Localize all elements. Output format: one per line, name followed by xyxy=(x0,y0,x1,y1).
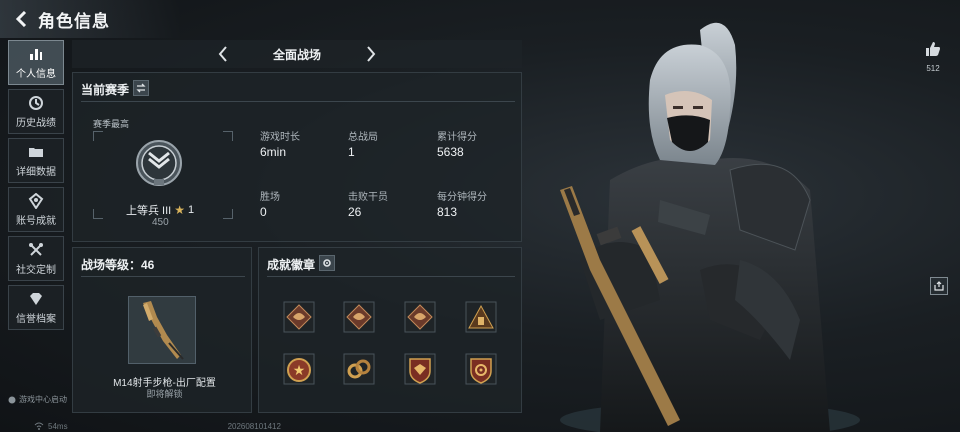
shield-eagle-badge-icon[interactable] xyxy=(402,351,438,387)
frame-corner xyxy=(223,131,233,141)
mode-title: 全面战场 xyxy=(272,47,321,62)
sidebar-item-label: 账号成就 xyxy=(16,215,56,227)
stat-label: 击败干员 xyxy=(348,192,388,203)
swap-icon xyxy=(136,83,146,93)
rank-score: 450 xyxy=(152,217,169,228)
back-arrow-icon xyxy=(15,11,27,27)
divider xyxy=(81,276,245,277)
id-text: 202608101412 xyxy=(227,421,281,431)
back-button[interactable] xyxy=(8,5,36,33)
stat-label: 总战局 xyxy=(348,132,378,143)
sidebar-item-profile[interactable]: 个人信息 xyxy=(8,40,64,85)
switch-season-button[interactable] xyxy=(133,80,149,96)
sidebar-footer[interactable]: 游戏中心启动 xyxy=(8,394,67,405)
like-count: 512 xyxy=(926,64,940,73)
divider xyxy=(267,276,515,277)
mode-nav: 全面战场 xyxy=(72,40,522,68)
svg-text:★: ★ xyxy=(293,363,306,379)
sidebar-item-label: 信誉档案 xyxy=(16,313,56,325)
game-center-icon xyxy=(8,396,16,403)
stat-value: 26 xyxy=(348,205,362,219)
sidebar-item-social[interactable]: 社交定制 xyxy=(8,236,64,281)
chain-badge-icon[interactable] xyxy=(341,351,377,387)
shield-target-badge-icon[interactable] xyxy=(463,351,499,387)
stat-value: 813 xyxy=(437,205,458,219)
sidebar-item-achievements[interactable]: 账号成就 xyxy=(8,187,64,232)
diamond-icon xyxy=(30,292,42,305)
rifle-icon xyxy=(143,301,184,360)
prev-mode-button[interactable] xyxy=(212,43,234,65)
stat-value: 6min xyxy=(260,145,287,159)
next-mode-button[interactable] xyxy=(360,43,382,65)
weapon-reward-slot[interactable] xyxy=(128,296,196,364)
share-icon xyxy=(934,281,944,291)
stat-value: 0 xyxy=(260,205,267,219)
season-subtitle: 赛季最高 xyxy=(93,119,130,129)
badge-settings-button[interactable] xyxy=(319,255,335,271)
stat-value: 5638 xyxy=(437,145,464,159)
dragon-badge-icon[interactable] xyxy=(402,299,438,335)
stat-label: 游戏时长 xyxy=(260,132,300,143)
rank-stars: 1 xyxy=(188,204,195,216)
dragon-badge-icon[interactable] xyxy=(281,299,317,335)
thumbs-up-icon xyxy=(926,42,940,56)
sidebar: 个人信息 历史战绩 详细数据 账号成就 社交定制 信誉档案 xyxy=(8,40,64,334)
stat-label: 每分钟得分 xyxy=(437,192,487,203)
stat-value: 1 xyxy=(348,145,355,159)
tools-icon xyxy=(29,242,43,256)
sidebar-item-label: 社交定制 xyxy=(16,264,56,276)
rank-name-text: 上等兵 III xyxy=(126,205,172,217)
ping-text: 54ms xyxy=(48,421,68,431)
frame-corner xyxy=(93,131,103,141)
stat-label: 累计得分 xyxy=(437,132,477,143)
sidebar-item-details[interactable]: 详细数据 xyxy=(8,138,64,183)
star-medal-icon[interactable]: ★ xyxy=(281,351,317,387)
gear-icon xyxy=(323,259,331,267)
pyramid-badge-icon[interactable] xyxy=(463,299,499,335)
page-title: 角色信息 xyxy=(38,11,110,31)
frame-corner xyxy=(223,209,233,219)
sidebar-footer-label: 游戏中心启动 xyxy=(19,395,67,404)
dragon-badge-icon[interactable] xyxy=(341,299,377,335)
sidebar-item-history[interactable]: 历史战绩 xyxy=(8,89,64,134)
bar-chart-icon xyxy=(30,48,42,60)
stat-label: 胜场 xyxy=(260,192,280,203)
folder-icon xyxy=(29,147,43,157)
rank-name: 上等兵 III ★ 1 xyxy=(126,202,194,218)
character-model xyxy=(540,0,870,432)
season-title: 当前赛季 xyxy=(81,83,130,97)
sidebar-item-label: 详细数据 xyxy=(16,166,56,178)
achievements-title: 成就徽章 xyxy=(267,258,316,272)
like-button[interactable] xyxy=(924,40,942,63)
battlefield-level-title: 战场等级：46 xyxy=(81,258,155,272)
frame-corner xyxy=(93,209,103,219)
divider xyxy=(81,101,515,102)
wifi-icon xyxy=(34,422,44,430)
rank-emblem-icon xyxy=(135,139,183,187)
chevron-right-icon xyxy=(367,46,376,62)
share-button[interactable] xyxy=(930,277,948,295)
status-bar: 54ms 202608101412 xyxy=(0,420,960,432)
header-bar: 角色信息 xyxy=(0,0,180,38)
achievement-icon xyxy=(28,192,44,209)
star-icon: ★ xyxy=(174,203,185,217)
history-icon xyxy=(29,95,43,110)
chevron-left-icon xyxy=(218,46,227,62)
sidebar-item-label: 历史战绩 xyxy=(16,117,56,129)
sidebar-item-label: 个人信息 xyxy=(16,68,56,80)
weapon-status: 即将解锁 xyxy=(146,389,183,399)
sidebar-item-reputation[interactable]: 信誉档案 xyxy=(8,285,64,330)
